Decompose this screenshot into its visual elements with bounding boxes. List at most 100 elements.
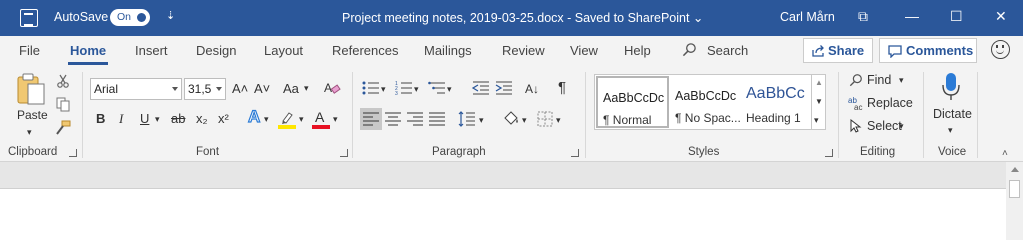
clipboard-launcher-icon[interactable] — [69, 149, 77, 157]
paste-icon[interactable] — [15, 72, 47, 106]
user-name[interactable]: Carl Mårn — [780, 10, 835, 24]
borders-icon[interactable] — [537, 111, 553, 127]
decrease-indent-icon[interactable] — [472, 80, 490, 96]
tab-mailings[interactable]: Mailings — [424, 43, 472, 58]
style-sample: AaBbCcDc — [603, 91, 665, 105]
comments-button[interactable]: Comments — [879, 38, 977, 63]
styles-scroll-down-icon[interactable]: ▼ — [815, 94, 823, 110]
sort-icon[interactable]: A↓ — [525, 81, 539, 97]
shrink-font-icon[interactable]: A˅ — [254, 81, 270, 97]
numbering-dropdown-icon[interactable]: ▾ — [414, 81, 419, 97]
dictate-label[interactable]: Dictate — [933, 106, 972, 122]
bullets-dropdown-icon[interactable]: ▾ — [381, 81, 386, 97]
strikethrough-button[interactable]: ab — [171, 111, 185, 127]
tab-insert[interactable]: Insert — [135, 43, 168, 58]
tab-design[interactable]: Design — [196, 43, 236, 58]
tab-references[interactable]: References — [332, 43, 398, 58]
document-title[interactable]: Project meeting notes, 2019-03-25.docx -… — [342, 10, 703, 25]
share-button[interactable]: Share — [803, 38, 873, 63]
justify-icon[interactable] — [429, 112, 445, 126]
show-formatting-marks-icon[interactable]: ¶ — [558, 80, 566, 96]
underline-dropdown-icon[interactable]: ▾ — [155, 111, 160, 127]
format-painter-icon[interactable] — [55, 120, 71, 135]
tab-home[interactable]: Home — [70, 43, 106, 58]
find-button[interactable]: Find ▾ — [846, 70, 916, 90]
microphone-icon[interactable] — [941, 72, 961, 102]
shading-dropdown-icon[interactable]: ▾ — [522, 112, 527, 128]
document-page[interactable] — [0, 188, 1006, 240]
styles-more-icon[interactable]: ▾ — [814, 112, 819, 128]
align-right-icon[interactable] — [407, 112, 423, 126]
clear-formatting-icon[interactable]: A — [323, 80, 341, 96]
group-divider — [838, 72, 839, 158]
select-button[interactable]: Select ▾ — [846, 116, 916, 136]
style-name: Heading 1 — [746, 111, 801, 125]
styles-launcher-icon[interactable] — [825, 149, 833, 157]
search-icon — [849, 74, 862, 87]
tab-help[interactable]: Help — [624, 43, 651, 58]
scroll-up-icon[interactable] — [1011, 167, 1019, 172]
align-left-button[interactable] — [360, 108, 382, 130]
font-launcher-icon[interactable] — [340, 149, 348, 157]
ribbon-display-options-icon[interactable]: ⧉ — [858, 8, 868, 25]
paste-label[interactable]: Paste — [17, 107, 48, 123]
align-center-icon[interactable] — [385, 112, 401, 126]
multilevel-list-icon[interactable] — [428, 80, 446, 96]
cut-icon[interactable] — [56, 74, 70, 88]
line-spacing-icon[interactable] — [458, 111, 476, 127]
scroll-thumb[interactable] — [1009, 180, 1020, 198]
grow-font-icon[interactable]: A˄ — [232, 81, 248, 97]
restore-button[interactable]: ☐ — [950, 8, 963, 25]
find-label: Find — [867, 73, 892, 87]
style-normal[interactable]: AaBbCcDc ¶ Normal — [596, 76, 669, 128]
change-case-icon[interactable]: Aa — [283, 81, 299, 97]
italic-button[interactable]: I — [119, 111, 123, 127]
copy-icon[interactable] — [56, 97, 70, 112]
style-no-spacing[interactable]: AaBbCcDc ¶ No Spac... — [670, 76, 743, 128]
vertical-scrollbar[interactable] — [1006, 162, 1023, 240]
share-label: Share — [828, 43, 865, 58]
replace-button[interactable]: ab ac Replace — [846, 93, 916, 113]
search-icon[interactable] — [682, 42, 697, 57]
subscript-button[interactable]: x₂ — [196, 111, 208, 127]
numbering-icon[interactable]: 123 — [395, 80, 413, 96]
borders-dropdown-icon[interactable]: ▾ — [556, 112, 561, 128]
customize-qat-icon[interactable]: ⇣ — [166, 9, 175, 22]
font-name-combo[interactable]: Arial — [90, 78, 182, 100]
tab-file[interactable]: File — [19, 43, 40, 58]
font-color-dropdown-icon[interactable]: ▾ — [333, 111, 338, 127]
text-effects-icon[interactable]: A — [247, 107, 261, 125]
font-size-combo[interactable]: 31,5 — [184, 78, 226, 100]
multilevel-dropdown-icon[interactable]: ▾ — [447, 81, 452, 97]
paste-dropdown-icon[interactable]: ▾ — [27, 124, 32, 140]
style-heading-1[interactable]: AaBbCc Heading 1 — [741, 76, 814, 128]
dictate-dropdown-icon[interactable]: ▾ — [948, 122, 953, 138]
bold-button[interactable]: B — [96, 111, 105, 127]
increase-indent-icon[interactable] — [495, 80, 513, 96]
highlight-dropdown-icon[interactable]: ▾ — [299, 111, 304, 127]
search-label[interactable]: Search — [707, 43, 748, 58]
chevron-down-icon — [172, 87, 178, 91]
highlighter-icon[interactable] — [278, 110, 296, 129]
underline-button[interactable]: U — [140, 111, 149, 127]
text-effects-dropdown-icon[interactable]: ▾ — [264, 111, 269, 127]
paragraph-launcher-icon[interactable] — [571, 149, 579, 157]
line-spacing-dropdown-icon[interactable]: ▾ — [479, 112, 484, 128]
superscript-button[interactable]: x² — [218, 111, 229, 127]
bullets-icon[interactable] — [362, 80, 380, 96]
shading-icon[interactable] — [502, 110, 520, 128]
tab-review[interactable]: Review — [502, 43, 545, 58]
save-icon[interactable] — [20, 9, 38, 27]
styles-scroll-up-icon[interactable]: ▲ — [815, 75, 823, 91]
font-color-icon[interactable]: A — [312, 109, 330, 129]
collapse-ribbon-icon[interactable]: ˄ — [1002, 146, 1008, 162]
close-button[interactable]: ✕ — [995, 8, 1007, 25]
tab-view[interactable]: View — [570, 43, 598, 58]
autosave-toggle[interactable]: On — [110, 9, 150, 26]
document-canvas — [0, 162, 1006, 240]
tab-layout[interactable]: Layout — [264, 43, 303, 58]
feedback-smiley-icon[interactable] — [991, 40, 1010, 59]
change-case-dropdown-icon[interactable]: ▾ — [304, 80, 309, 96]
clipboard-group-label: Clipboard — [8, 146, 58, 158]
minimize-button[interactable]: — — [905, 8, 919, 24]
